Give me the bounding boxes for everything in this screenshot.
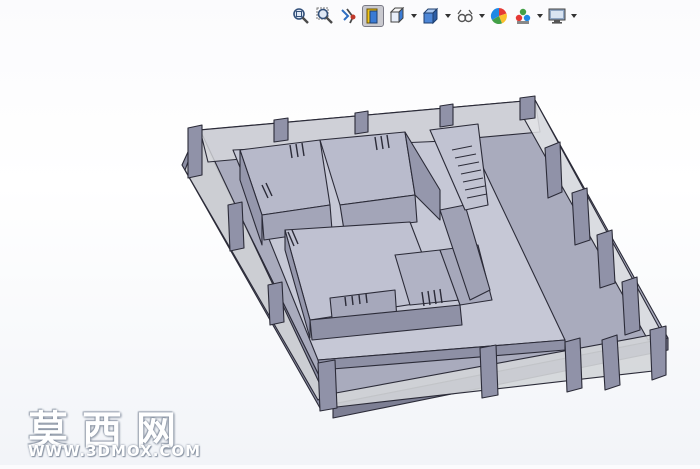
display-style-icon (422, 7, 439, 25)
chevron-down-icon (537, 14, 543, 18)
pillar (544, 141, 563, 199)
view-orientation-dropdown[interactable] (410, 5, 418, 27)
hide-show-items-dropdown[interactable] (478, 5, 486, 27)
chevron-down-icon (445, 14, 451, 18)
heads-up-view-toolbar (290, 4, 578, 28)
edit-appearance-icon (490, 7, 507, 25)
apply-scene-button[interactable] (512, 5, 534, 27)
pillar (439, 103, 454, 128)
previous-view-icon (341, 8, 356, 24)
watermark-url: WWW.3DMOX.COM (28, 442, 202, 460)
display-style-button[interactable] (420, 5, 442, 27)
pillar (227, 201, 245, 252)
pillar (564, 337, 583, 393)
view-settings-dropdown[interactable] (570, 5, 578, 27)
zoom-to-fit-icon (293, 8, 309, 24)
previous-view-button[interactable] (338, 5, 360, 27)
chevron-down-icon (571, 14, 577, 18)
display-style-dropdown[interactable] (444, 5, 452, 27)
apply-scene-dropdown[interactable] (536, 5, 544, 27)
pillar (317, 359, 338, 412)
zoom-to-area-button[interactable] (314, 5, 336, 27)
watermark: 莫西网 WWW.3DMOX.COM (28, 398, 208, 462)
section-view-icon (366, 8, 378, 24)
apply-scene-icon (515, 8, 531, 24)
pillar (621, 276, 641, 336)
edit-appearance-button[interactable] (488, 5, 510, 27)
pillar (519, 95, 536, 121)
pillar (273, 117, 289, 143)
pillar (649, 325, 667, 381)
pillar (596, 229, 616, 289)
section-view-button[interactable] (362, 5, 384, 27)
pillar (571, 187, 591, 246)
chevron-down-icon (411, 14, 417, 18)
hide-show-items-button[interactable] (454, 5, 476, 27)
hide-show-items-icon (457, 9, 473, 23)
pillar (267, 281, 285, 326)
pillar (354, 110, 369, 135)
zoom-to-area-icon (316, 7, 333, 24)
zoom-to-fit-button[interactable] (290, 5, 312, 27)
pillar (187, 124, 203, 179)
pillar (601, 334, 621, 391)
view-orientation-icon (389, 7, 405, 24)
view-orientation-button[interactable] (386, 5, 408, 27)
view-settings-button[interactable] (546, 5, 568, 27)
pillar (479, 344, 499, 399)
chevron-down-icon (479, 14, 485, 18)
view-settings-icon (548, 8, 566, 24)
